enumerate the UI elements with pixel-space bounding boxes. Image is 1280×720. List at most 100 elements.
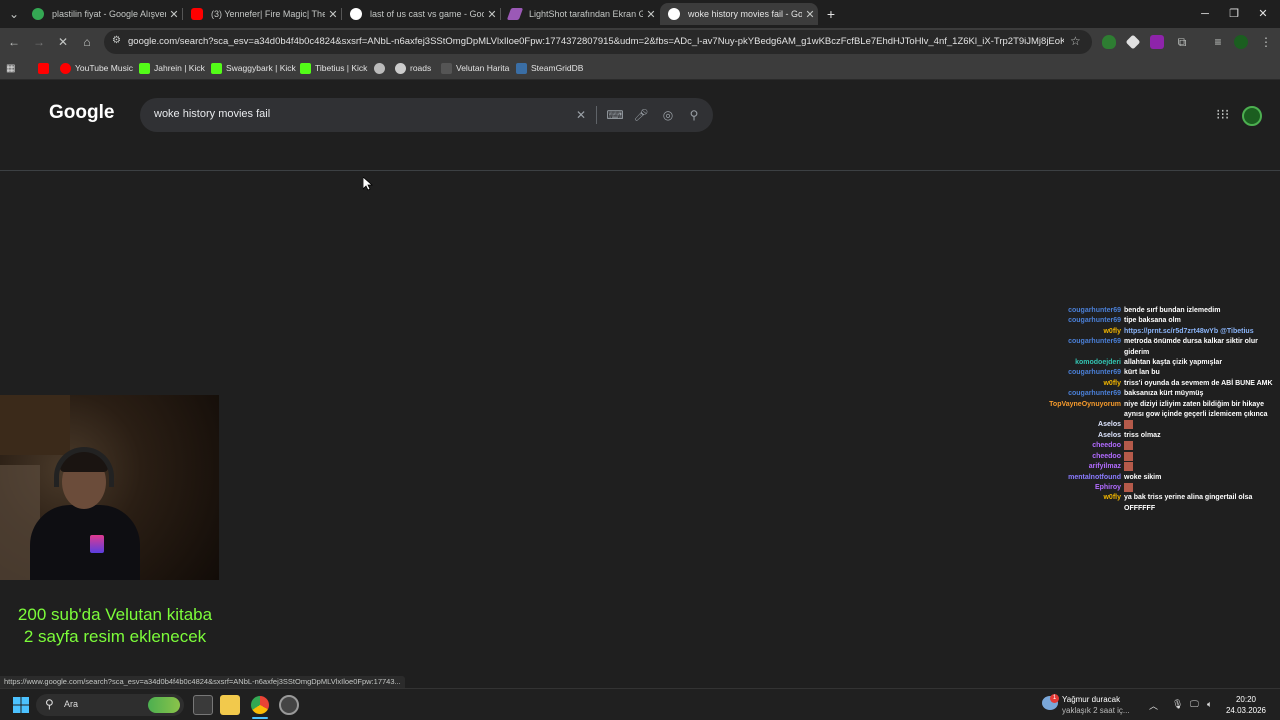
back-icon[interactable]: ← xyxy=(4,32,24,52)
shield-extension-icon[interactable] xyxy=(1102,35,1116,49)
tab-4-active[interactable]: woke history movies fail - Goog ✕ xyxy=(660,3,818,25)
close-icon[interactable]: ✕ xyxy=(643,8,659,21)
bookmark-jahrein-kick[interactable]: Jahrein | Kick xyxy=(139,61,205,75)
bookmark-youtube[interactable] xyxy=(38,61,53,75)
shirt-logo xyxy=(90,535,104,553)
chat-username: cougarhunter69 xyxy=(1068,307,1121,314)
chat-text: ya bak triss yerine alina gingertail ols… xyxy=(1124,494,1253,512)
system-clock[interactable]: 20:20 24.03.2026 xyxy=(1224,694,1268,716)
extension-icon[interactable] xyxy=(1150,35,1164,49)
tab-2[interactable]: last of us cast vs game - Googl ✕ xyxy=(342,3,500,25)
extension-icon[interactable] xyxy=(1125,34,1141,50)
minimize-icon[interactable]: ─ xyxy=(1190,4,1220,24)
microphone-icon[interactable]: 🎤︎ xyxy=(632,106,650,124)
chat-text xyxy=(1133,452,1280,462)
overlay-line-2: 2 sayfa resim eklenecek xyxy=(23,627,207,646)
chrome-icon[interactable] xyxy=(250,695,270,715)
chat-text: tipe baksana olm xyxy=(1124,317,1181,325)
windows-start-icon[interactable] xyxy=(13,697,29,713)
chat-username: cougarhunter69 xyxy=(1068,317,1121,325)
chat-text xyxy=(1133,441,1280,451)
bookmark-roads[interactable]: roads xyxy=(395,61,431,75)
bookmark-star-icon[interactable]: ☆ xyxy=(1070,34,1081,48)
profile-avatar[interactable] xyxy=(1234,35,1248,49)
chat-username: w0fly xyxy=(1103,327,1121,335)
lens-camera-icon[interactable]: ◎ xyxy=(659,106,677,124)
search-query[interactable]: woke history movies fail xyxy=(154,108,270,120)
task-view-icon[interactable] xyxy=(193,695,213,715)
close-window-icon[interactable]: ✕ xyxy=(1248,4,1278,24)
chat-text[interactable]: https://prnt.sc/r5d7zrt48wYb @Tibetius xyxy=(1124,327,1280,337)
tab-title: (3) Yennefer| Fire Magic| The W xyxy=(211,9,325,19)
bookmark-steamgriddb[interactable]: SteamGridDB xyxy=(516,61,583,75)
divider xyxy=(0,170,1280,171)
tab-search-chevron-icon[interactable]: ⌄ xyxy=(4,4,24,24)
chat-message: Aselos triss olmaz xyxy=(1040,431,1280,441)
chat-username: w0fly xyxy=(1103,494,1121,502)
close-icon[interactable]: ✕ xyxy=(325,8,341,21)
bookmark-globe[interactable] xyxy=(374,61,389,75)
obs-icon[interactable] xyxy=(279,695,299,715)
apps-grid-icon[interactable]: ▦ xyxy=(6,61,15,75)
youtube-icon xyxy=(38,62,49,74)
extensions-puzzle-icon[interactable]: ⧉ xyxy=(1172,32,1192,52)
kick-icon xyxy=(300,62,311,74)
address-bar[interactable]: ⚙ google.com/search?sca_esv=a34d0b4f4b0c… xyxy=(104,30,1092,54)
home-icon[interactable]: ⌂ xyxy=(77,32,97,52)
globe-icon xyxy=(374,62,385,74)
windows-taskbar: ⚲ Ara 1 Yağmur duracak yaklaşık 2 saat i… xyxy=(0,688,1280,720)
clock-time: 20:20 xyxy=(1235,695,1257,704)
microphone-icon[interactable]: 🎙︎ xyxy=(1172,699,1183,710)
chat-username: mentalnotfound xyxy=(1068,473,1121,481)
chat-text: allahtan kaşta çizik yapmışlar xyxy=(1124,359,1223,367)
chat-message: cougarhunter69 bende sırf bundan izlemedi… xyxy=(1040,306,1280,316)
keyboard-icon[interactable]: ⌨ xyxy=(606,106,624,124)
chat-username: arifyilmaz xyxy=(1088,463,1121,471)
search-box[interactable]: woke history movies fail ✕ ⌨ 🎤︎ ◎ ⚲ xyxy=(140,98,713,132)
file-explorer-icon[interactable] xyxy=(220,695,240,715)
menu-kebab-icon[interactable]: ⋮ xyxy=(1256,32,1276,52)
search-icon[interactable]: ⚲ xyxy=(685,106,703,124)
forward-icon[interactable]: → xyxy=(29,32,49,52)
chat-text xyxy=(1133,420,1280,430)
notification-badge: 1 xyxy=(1050,694,1059,703)
overlay-line-1: 200 sub'da Velutan kitaba xyxy=(17,605,213,624)
link-status-bubble: https://www.google.com/search?sca_esv=a3… xyxy=(0,676,405,688)
chat-text: kürt lan bu xyxy=(1124,369,1160,377)
google-logo[interactable]: Google xyxy=(49,102,114,124)
tab-0[interactable]: plastilin fiyat - Google Alışveriş ✕ xyxy=(24,3,182,25)
chat-username: cougarhunter69 xyxy=(1068,338,1121,346)
tab-3[interactable]: LightShot tarafından Ekran Gör ✕ xyxy=(501,3,659,25)
taskbar-search[interactable]: ⚲ Ara xyxy=(36,694,184,716)
bookmark-swaggybark-kick[interactable]: Swaggybark | Kick xyxy=(211,61,296,75)
clear-icon[interactable]: ✕ xyxy=(572,106,590,124)
chat-text xyxy=(1133,483,1280,493)
chat-message: cheedoo xyxy=(1040,451,1280,462)
bookmark-youtube-music[interactable]: YouTube Music xyxy=(60,61,133,75)
new-tab-button[interactable]: + xyxy=(816,4,846,24)
reading-list-icon[interactable]: ≡ xyxy=(1208,32,1228,52)
chat-username: cheedoo xyxy=(1092,442,1121,450)
account-avatar[interactable] xyxy=(1242,106,1262,126)
chat-text: bende sırf bundan izlemedim xyxy=(1124,307,1221,314)
volume-icon[interactable]: 🔈︎ xyxy=(1207,699,1212,710)
webcam-overlay xyxy=(0,395,219,580)
chat-username: Aselos xyxy=(1098,421,1121,429)
network-icon[interactable]: 🖵︎ xyxy=(1190,699,1199,710)
stream-goal-overlay: 200 sub'da Velutan kitaba 2 sayfa resim … xyxy=(0,604,230,648)
google-apps-icon[interactable]: ⁝⁝⁝ xyxy=(1216,106,1229,123)
site-info-icon[interactable]: ⚙ xyxy=(112,35,121,46)
close-icon[interactable]: ✕ xyxy=(484,8,500,21)
chat-username: Aselos xyxy=(1098,431,1121,439)
bookmark-tibetius-kick[interactable]: Tibetius | Kick xyxy=(300,61,367,75)
tab-1[interactable]: (3) Yennefer| Fire Magic| The W ✕ xyxy=(183,3,341,25)
close-icon[interactable]: ✕ xyxy=(166,8,182,21)
restore-icon[interactable]: ❐ xyxy=(1219,4,1249,24)
weather-widget[interactable]: 1 Yağmur duracak yaklaşık 2 saat iç... xyxy=(1042,694,1130,716)
bookmark-velutan-harita[interactable]: Velutan Harita xyxy=(441,61,509,75)
stop-loading-icon[interactable]: ✕ xyxy=(53,32,73,52)
roads-icon xyxy=(395,62,406,74)
chat-emote-icon xyxy=(1124,420,1133,430)
chat-message: komodoejderi allahtan kaşta çizik yapmışl… xyxy=(1040,358,1280,368)
chevron-up-icon[interactable]: ︿ xyxy=(1149,699,1158,712)
